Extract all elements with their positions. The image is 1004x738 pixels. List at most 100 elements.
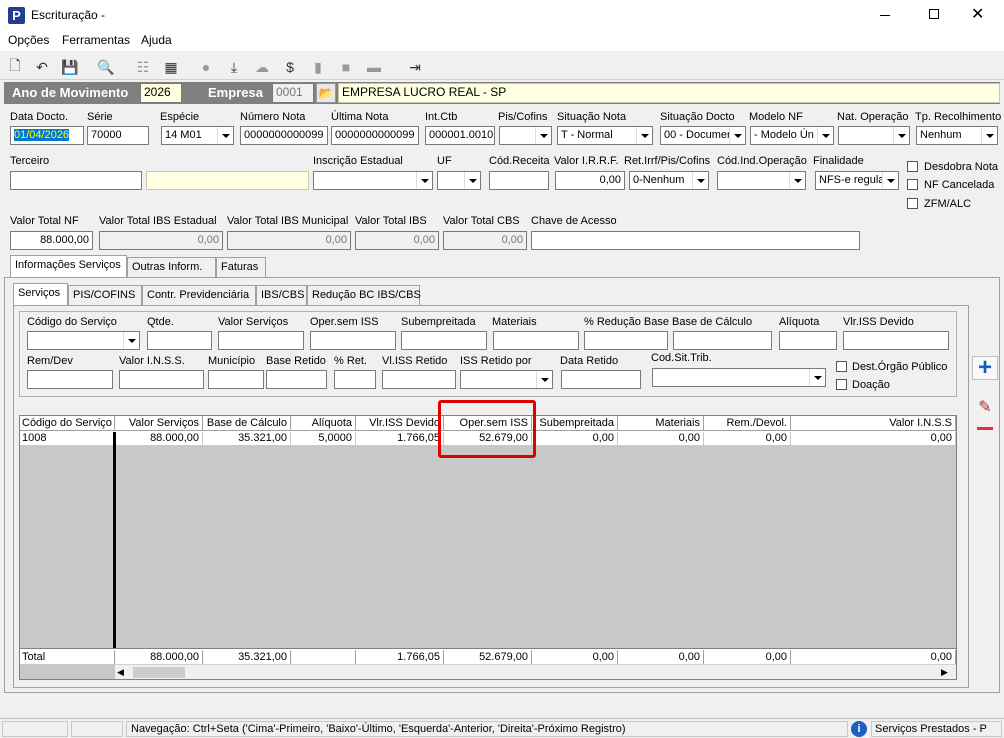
chevron-down-icon[interactable] [882,172,898,189]
scroll-right-icon[interactable]: ▶ [941,667,948,678]
calculator-icon[interactable]: ▦ [161,57,181,77]
materiais-input[interactable] [493,331,579,350]
scrollbar-thumb[interactable] [133,667,185,678]
col-base-calculo[interactable]: Base de Cálculo [203,416,291,431]
numero-nota-input[interactable]: 0000000000099 [240,126,328,145]
undo-icon[interactable]: ↶ [32,57,52,77]
chevron-down-icon[interactable] [893,127,909,144]
col-codigo-servico[interactable]: Código do Serviço [20,416,115,431]
int-ctb-input[interactable]: 000001.0010 [425,126,495,145]
add-button[interactable]: + [972,356,998,380]
apple-icon[interactable]: ● [196,57,216,77]
tab-faturas[interactable]: Faturas [216,257,266,277]
ret-irrf-select[interactable]: 0-Nenhum [629,171,709,190]
col-valor-servicos[interactable]: Valor Serviços [115,416,203,431]
tab-outras-inform[interactable]: Outras Inform. [127,257,216,277]
aliquota-input[interactable] [779,331,837,350]
nat-operacao-select[interactable] [838,126,910,145]
chevron-down-icon[interactable] [464,172,480,189]
money-bag-icon[interactable]: $ [280,57,300,77]
square-icon[interactable]: ■ [336,57,356,77]
valor-ibs-municipal-input[interactable]: 0,00 [227,231,351,250]
chevron-down-icon[interactable] [536,371,552,388]
chevron-down-icon[interactable] [123,332,139,349]
cloud-icon[interactable]: ☁ [252,57,272,77]
valor-ibs-input[interactable]: 0,00 [355,231,439,250]
municipio-input[interactable] [208,370,264,389]
valor-irrf-input[interactable]: 0,00 [555,171,625,190]
tree-icon[interactable]: ☷ [133,57,153,77]
tab-contr-previdenciaria[interactable]: Contr. Previdenciária [142,285,256,305]
remove-button[interactable] [972,420,998,438]
chave-acesso-input[interactable] [531,231,860,250]
cod-sit-trib-select[interactable] [652,368,826,387]
subempreitada-input[interactable] [401,331,487,350]
situacao-nota-select[interactable]: T - Normal [557,126,653,145]
dest-orgao-publico-checkbox[interactable] [836,361,847,372]
tab-servicos[interactable]: Serviços [13,283,68,306]
pis-cofins-select[interactable] [499,126,552,145]
uf-select[interactable] [437,171,481,190]
iss-retido-por-select[interactable] [460,370,553,389]
zfm-alc-checkbox[interactable] [907,198,918,209]
scroll-left-icon[interactable]: ◀ [117,667,124,678]
vl-iss-retido-input[interactable] [382,370,456,389]
valor-ibs-estadual-input[interactable]: 0,00 [99,231,223,250]
ano-input[interactable]: 2026 [140,83,182,103]
valor-cbs-input[interactable]: 0,00 [443,231,527,250]
chevron-down-icon[interactable] [729,127,745,144]
empresa-code-input[interactable]: 0001 [272,83,314,103]
chevron-down-icon[interactable] [535,127,551,144]
tab-informacoes-servicos[interactable]: Informações Serviços [10,255,127,278]
nf-cancelada-checkbox[interactable] [907,179,918,190]
cod-receita-input[interactable] [489,171,549,190]
situacao-docto-select[interactable]: 00 - Documer [660,126,746,145]
serie-input[interactable]: 70000 [87,126,149,145]
especie-select[interactable]: 14 M01 [161,126,234,145]
tab-reducao-bc-ibs-cbs[interactable]: Redução BC IBS/CBS [307,285,421,305]
folder-open-icon[interactable]: 📂 [316,83,336,103]
valor-total-nf-input[interactable]: 88.000,00 [10,231,93,250]
base-retido-input[interactable] [266,370,327,389]
doacao-checkbox[interactable] [836,379,847,390]
new-document-icon[interactable]: 🗋 [5,57,25,77]
chevron-down-icon[interactable] [217,127,233,144]
minimize-icon[interactable] [880,15,890,16]
finalidade-select[interactable]: NFS-e regula [815,171,899,190]
cod-ind-operacao-select[interactable] [717,171,806,190]
valor-inss-input[interactable] [119,370,204,389]
maximize-icon[interactable] [929,9,939,19]
pct-ret-input[interactable] [334,370,376,389]
chevron-down-icon[interactable] [416,172,432,189]
save-icon[interactable]: 💾 [60,57,80,77]
data-docto-input[interactable]: 01/04/2026 [10,126,84,145]
panel-icon[interactable]: ▮ [308,57,328,77]
chevron-down-icon[interactable] [636,127,652,144]
col-valor-inss[interactable]: Valor I.N.S.S [791,416,956,431]
rem-dev-input[interactable] [27,370,113,389]
menu-ferramentas[interactable]: Ferramentas [62,33,130,47]
preview-icon[interactable]: 🔍 [96,57,116,77]
chevron-down-icon[interactable] [789,172,805,189]
horizontal-scrollbar[interactable]: ◀ ▶ [115,664,956,679]
chevron-down-icon[interactable] [809,369,825,386]
base-calculo-input[interactable] [673,331,772,350]
chevron-down-icon[interactable] [981,127,997,144]
vlr-iss-devido-input[interactable] [843,331,949,350]
qtde-input[interactable] [147,331,212,350]
terceiro-input[interactable] [10,171,142,190]
inscricao-estadual-select[interactable] [313,171,433,190]
minus-bar-icon[interactable]: ▬ [364,57,384,77]
tab-pis-cofins[interactable]: PIS/COFINS [68,285,142,305]
col-subempreitada[interactable]: Subempreitada [532,416,618,431]
col-materiais[interactable]: Materiais [618,416,704,431]
tp-recolhimento-select[interactable]: Nenhum [916,126,998,145]
col-rem-devol[interactable]: Rem./Devol. [704,416,791,431]
edit-button[interactable]: ✎ [972,397,998,417]
pct-reducao-base-input[interactable] [584,331,668,350]
modelo-nf-select[interactable]: - Modelo Ún [750,126,834,145]
menu-opcoes[interactable]: Opções [8,33,49,47]
valor-servicos-input[interactable] [218,331,304,350]
data-retido-input[interactable] [561,370,641,389]
col-aliquota[interactable]: Alíquota [291,416,356,431]
